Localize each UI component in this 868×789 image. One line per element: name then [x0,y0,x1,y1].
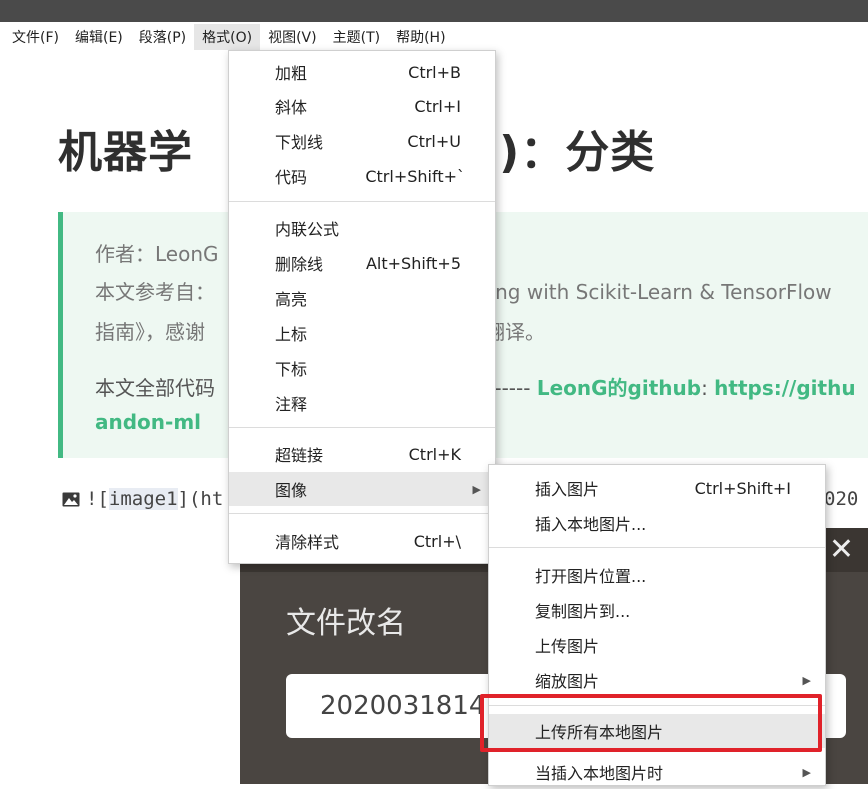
menu-item-upload-image[interactable]: 上传图片 [489,628,825,662]
github-link[interactable]: LeonG的github [537,376,701,400]
format-menu: 加粗 Ctrl+B 斜体 Ctrl+I 下划线 Ctrl+U 代码 Ctrl+Shift… [228,50,496,564]
menu-item-subscript[interactable]: 下标 [229,351,495,385]
highlight-box [480,694,822,752]
menu-item-open-image-location[interactable]: 打开图片位置... [489,558,825,592]
quote-guide-left: 指南》，感谢 [95,320,205,344]
quote-ref-left: 本文参考自： [95,280,215,304]
image-url-fragment: 020 [824,488,859,510]
colon: : [701,376,708,400]
menu-item-highlight[interactable]: 高亮 [229,281,495,315]
github-url-link[interactable]: https://githu [714,376,855,400]
close-icon[interactable]: ✕ [829,532,854,567]
menu-item-hyperlink[interactable]: 超链接 Ctrl+K [229,437,495,471]
menu-item-superscript[interactable]: 上标 [229,316,495,350]
menu-separator [229,427,495,428]
menu-item-insert-image[interactable]: 插入图片 Ctrl+Shift+I [489,471,825,505]
menu-view[interactable]: 视图(V) [260,24,325,50]
menu-separator [489,547,825,548]
menu-item-bold[interactable]: 加粗 Ctrl+B [229,55,495,89]
image-suffix: ](ht [177,488,224,510]
menu-format[interactable]: 格式(O) [194,24,261,50]
menu-edit[interactable]: 编辑(E) [67,24,131,50]
menu-item-code[interactable]: 代码 Ctrl+Shift+` [229,159,495,193]
menu-item-image[interactable]: 图像 ▶ [229,472,495,506]
submenu-arrow-icon: ▶ [472,482,481,496]
image-icon [62,492,80,506]
menu-theme[interactable]: 主题(T) [325,24,388,50]
dialog-title: 文件改名 [286,606,406,641]
submenu-arrow-icon: ▶ [802,673,811,687]
menu-bar: 文件(F) 编辑(E) 段落(P) 格式(O) 视图(V) 主题(T) 帮助(H… [0,22,868,52]
menu-help[interactable]: 帮助(H) [388,24,453,50]
menu-item-inline-math[interactable]: 内联公式 [229,211,495,245]
quote-author: 作者：LeonG [95,242,219,266]
title-left: 机器学 [58,127,193,178]
quote-code-left: 本文全部代码 [95,376,215,400]
menu-file[interactable]: 文件(F) [4,24,67,50]
window-titlebar [0,0,868,22]
menu-paragraph[interactable]: 段落(P) [131,24,194,50]
menu-item-copy-image-to[interactable]: 复制图片到... [489,593,825,627]
menu-item-insert-local-image[interactable]: 插入本地图片... [489,506,825,540]
menu-separator [229,513,495,514]
quote-ref-right: rning with Scikit-Learn & TensorFlow [469,280,832,304]
menu-item-strikethrough[interactable]: 删除线 Alt+Shift+5 [229,246,495,280]
image-alt-text: image1 [108,488,178,510]
image-prefix: ![ [86,488,109,510]
menu-item-comment[interactable]: 注释 [229,386,495,420]
quote-code-tail[interactable]: andon-ml [95,410,201,434]
image-markdown-line[interactable]: ![image1](ht [62,488,223,510]
menu-item-underline[interactable]: 下划线 Ctrl+U [229,124,495,158]
menu-item-zoom-image[interactable]: 缩放图片 ▶ [489,663,825,697]
menu-item-clear-style[interactable]: 清除样式 Ctrl+\ [229,524,495,558]
submenu-arrow-icon: ▶ [802,765,811,779]
menu-separator [229,201,495,202]
menu-item-italic[interactable]: 斜体 Ctrl+I [229,89,495,123]
